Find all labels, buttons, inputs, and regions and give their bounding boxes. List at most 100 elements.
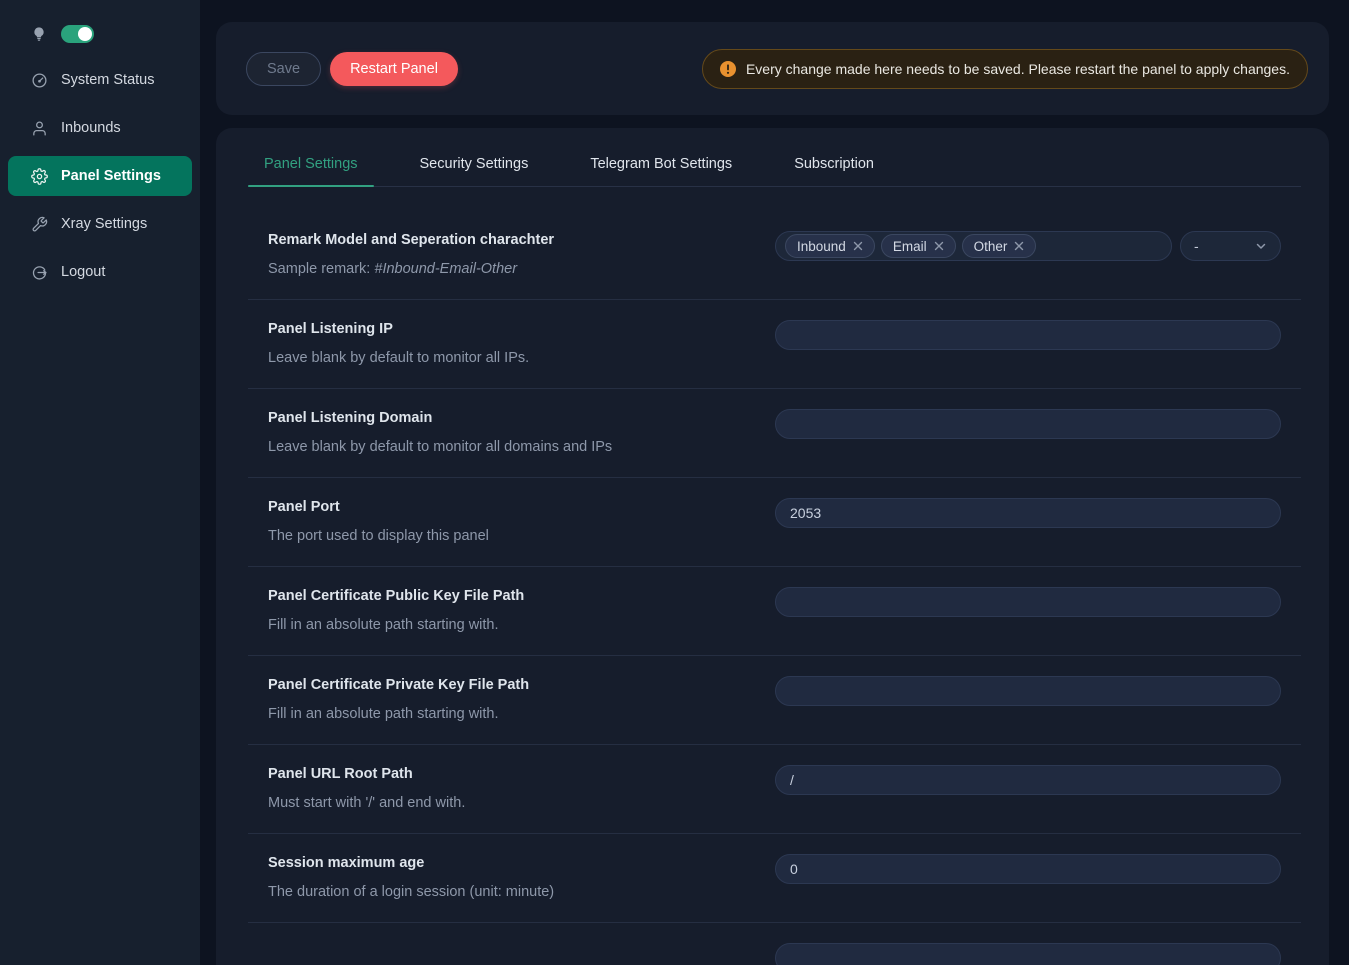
text-input[interactable] xyxy=(775,676,1281,706)
field-controls: Inbound Email Other xyxy=(775,231,1281,261)
panel-settings-form: Remark Model and Seperation charachter S… xyxy=(248,211,1301,965)
dashboard-icon xyxy=(31,72,48,89)
field-label-group: Session maximum age The duration of a lo… xyxy=(268,854,775,901)
field-label: Panel Port xyxy=(268,498,775,516)
tag-label: Email xyxy=(893,239,927,254)
field-help: The duration of a login session (unit: m… xyxy=(268,883,775,901)
field-label-group: Panel Listening Domain Leave blank by de… xyxy=(268,409,775,456)
text-input[interactable] xyxy=(775,587,1281,617)
warning-text: Every change made here needs to be saved… xyxy=(746,61,1290,77)
field-label: Panel Certificate Public Key File Path xyxy=(268,587,775,605)
sidebar-nav: System Status Inbounds xyxy=(0,56,200,296)
field-label: Panel Certificate Private Key File Path xyxy=(268,676,775,694)
sidebar-item-label: Panel Settings xyxy=(61,168,161,184)
field-label: Panel Listening Domain xyxy=(268,409,775,427)
toggle-knob xyxy=(78,27,92,41)
toolbar-card: Save Restart Panel Every change made her… xyxy=(216,22,1329,115)
sidebar: System Status Inbounds xyxy=(0,0,200,965)
close-icon[interactable] xyxy=(1014,241,1024,251)
app-window: System Status Inbounds xyxy=(0,0,1349,965)
form-row: Panel Listening IP Leave blank by defaul… xyxy=(248,300,1301,389)
sidebar-item-label: Inbounds xyxy=(61,120,121,136)
restart-warning-banner: Every change made here needs to be saved… xyxy=(702,49,1308,89)
form-row-remark-model: Remark Model and Seperation charachter S… xyxy=(248,211,1301,300)
sidebar-item-inbounds[interactable]: Inbounds xyxy=(0,104,200,152)
sidebar-item-logout[interactable]: Logout xyxy=(0,248,200,296)
tag-label: Other xyxy=(974,239,1008,254)
sidebar-item-panel-settings[interactable]: Panel Settings xyxy=(8,156,192,196)
field-label-group: Panel Certificate Public Key File Path F… xyxy=(268,587,775,634)
gear-icon xyxy=(31,168,48,185)
close-icon[interactable] xyxy=(934,241,944,251)
chevron-down-icon xyxy=(1255,240,1267,252)
text-input[interactable] xyxy=(775,498,1281,528)
field-controls xyxy=(775,943,1281,965)
field-controls xyxy=(775,320,1281,350)
main-content: Save Restart Panel Every change made her… xyxy=(200,0,1349,965)
select-value: - xyxy=(1194,238,1199,254)
field-help: Fill in an absolute path starting with. xyxy=(268,616,775,634)
field-label: Remark Model and Seperation charachter xyxy=(268,231,775,249)
field-help: Sample remark: #Inbound-Email-Other xyxy=(268,260,775,278)
form-row: Panel URL Root Path Must start with '/' … xyxy=(248,745,1301,834)
field-label: Session maximum age xyxy=(268,854,775,872)
field-help: Fill in an absolute path starting with. xyxy=(268,705,775,723)
field-help: Must start with '/' and end with. xyxy=(268,794,775,812)
field-label-group: Panel Port The port used to display this… xyxy=(268,498,775,545)
form-row: Panel Certificate Private Key File Path … xyxy=(248,656,1301,745)
tab-subscription[interactable]: Subscription xyxy=(778,156,890,186)
remark-tags-input[interactable]: Inbound Email Other xyxy=(775,231,1172,261)
form-row: Panel Certificate Public Key File Path F… xyxy=(248,567,1301,656)
close-icon[interactable] xyxy=(853,241,863,251)
wrench-icon xyxy=(31,216,48,233)
logout-icon xyxy=(31,264,48,281)
field-label: Panel Listening IP xyxy=(268,320,775,338)
field-controls xyxy=(775,498,1281,528)
field-help: The port used to display this panel xyxy=(268,527,775,545)
field-label-group: Panel URL Root Path Must start with '/' … xyxy=(268,765,775,812)
help-prefix: Sample remark: xyxy=(268,261,374,277)
tab-security-settings[interactable]: Security Settings xyxy=(404,156,545,186)
field-controls xyxy=(775,854,1281,884)
sidebar-item-label: Xray Settings xyxy=(61,216,147,232)
text-input[interactable] xyxy=(775,320,1281,350)
text-input[interactable] xyxy=(775,854,1281,884)
sidebar-item-xray-settings[interactable]: Xray Settings xyxy=(0,200,200,248)
field-controls xyxy=(775,409,1281,439)
dark-mode-toggle[interactable] xyxy=(61,25,94,43)
field-label: Panel URL Root Path xyxy=(268,765,775,783)
form-row xyxy=(248,923,1301,965)
form-row: Panel Port The port used to display this… xyxy=(248,478,1301,567)
theme-toggle-row xyxy=(0,0,200,46)
text-input[interactable] xyxy=(775,765,1281,795)
tag-inbound[interactable]: Inbound xyxy=(785,234,875,258)
form-row: Session maximum age The duration of a lo… xyxy=(248,834,1301,923)
tag-other[interactable]: Other xyxy=(962,234,1037,258)
user-icon xyxy=(31,120,48,137)
field-help: Leave blank by default to monitor all IP… xyxy=(268,349,775,367)
field-controls xyxy=(775,765,1281,795)
separator-select[interactable]: - xyxy=(1180,231,1281,261)
settings-tabs: Panel Settings Security Settings Telegra… xyxy=(248,156,1301,187)
sidebar-item-system-status[interactable]: System Status xyxy=(0,56,200,104)
settings-card: Panel Settings Security Settings Telegra… xyxy=(216,128,1329,965)
sidebar-item-label: Logout xyxy=(61,264,105,280)
tab-panel-settings[interactable]: Panel Settings xyxy=(248,156,374,186)
field-controls xyxy=(775,587,1281,617)
field-controls xyxy=(775,676,1281,706)
text-input[interactable] xyxy=(775,943,1281,965)
tab-telegram-bot-settings[interactable]: Telegram Bot Settings xyxy=(574,156,748,186)
warning-icon xyxy=(720,61,736,77)
form-row: Panel Listening Domain Leave blank by de… xyxy=(248,389,1301,478)
bulb-icon xyxy=(31,26,47,42)
save-button[interactable]: Save xyxy=(246,52,321,86)
field-label-group: Remark Model and Seperation charachter S… xyxy=(268,231,775,278)
restart-panel-button[interactable]: Restart Panel xyxy=(330,52,458,86)
field-help: Leave blank by default to monitor all do… xyxy=(268,438,775,456)
text-input[interactable] xyxy=(775,409,1281,439)
sidebar-item-label: System Status xyxy=(61,72,154,88)
tag-email[interactable]: Email xyxy=(881,234,956,258)
field-label-group xyxy=(268,943,775,954)
tag-label: Inbound xyxy=(797,239,846,254)
field-label-group: Panel Listening IP Leave blank by defaul… xyxy=(268,320,775,367)
